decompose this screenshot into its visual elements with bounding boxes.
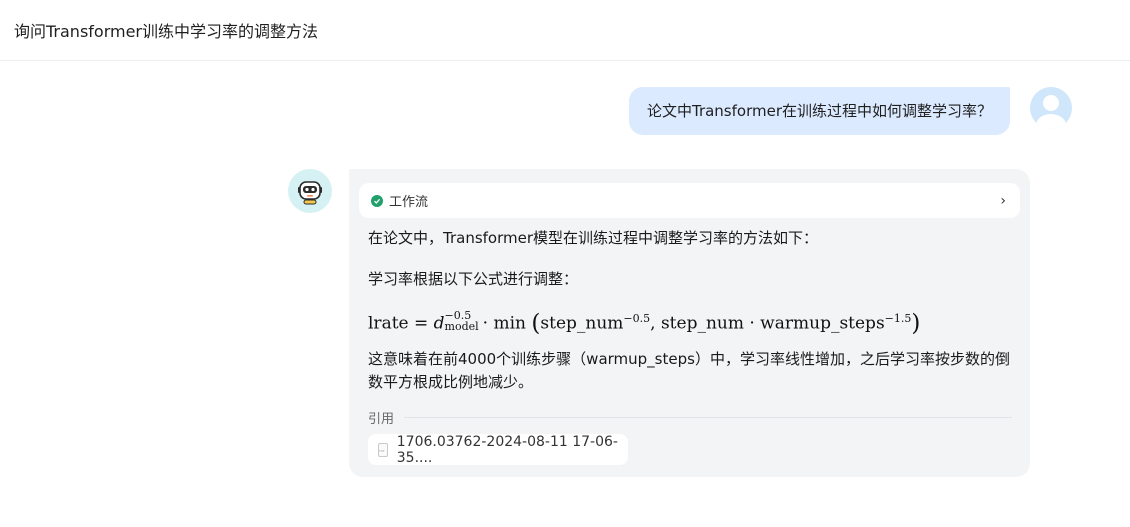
formula-lhs: lrate: [368, 313, 409, 334]
bot-avatar-icon: [288, 169, 332, 213]
formula-arg2-sup: −1.5: [884, 312, 912, 325]
formula-arg1: step_num: [540, 313, 624, 334]
citation-file-chip[interactable]: 1706.03762-2024-08-11 17-06-35....: [368, 433, 628, 466]
citation-label: 引用: [368, 412, 395, 427]
chevron-right-icon[interactable]: ›: [1000, 193, 1006, 209]
user-message-bubble: 论文中Transformer在训练过程中如何调整学习率？: [628, 87, 1010, 135]
formula-min: min: [493, 313, 526, 334]
user-avatar-icon: [1030, 87, 1072, 129]
conversation-header: 询问Transformer训练中学习率的调整方法: [0, 0, 1130, 61]
learning-rate-formula: lrate = d −0.5 model · min (step_num−0.5, s…: [368, 309, 921, 337]
citation-header: 引用: [368, 408, 1012, 427]
formula-d: d: [433, 313, 445, 334]
check-circle-icon: [371, 194, 383, 207]
formula-intro: 学习率根据以下公式进行调整：: [368, 270, 579, 288]
answer-explanation: 这意味着在前4000个训练步骤（warmup_steps）中，学习率线性增加，之…: [368, 350, 1010, 391]
citation-divider: [404, 417, 1012, 418]
formula-arg1-sup: −0.5: [623, 312, 651, 325]
assistant-message-card: 工作流 › 在论文中，Transformer模型在训练过程中调整学习率的方法如下…: [349, 169, 1030, 477]
formula-d-sub: model: [444, 320, 479, 334]
txt-file-icon: [378, 442, 388, 457]
conversation-title: 询问Transformer训练中学习率的调整方法: [14, 22, 319, 41]
user-message-row: 论文中Transformer在训练过程中如何调整学习率？: [628, 87, 1072, 135]
workflow-label: 工作流: [389, 195, 429, 210]
answer-intro: 在论文中，Transformer模型在训练过程中调整学习率的方法如下：: [368, 229, 819, 247]
workflow-toggle[interactable]: 工作流 ›: [359, 183, 1020, 218]
citation-file-name: 1706.03762-2024-08-11 17-06-35....: [396, 433, 618, 466]
formula-arg2: step_num · warmup_steps: [660, 313, 885, 334]
